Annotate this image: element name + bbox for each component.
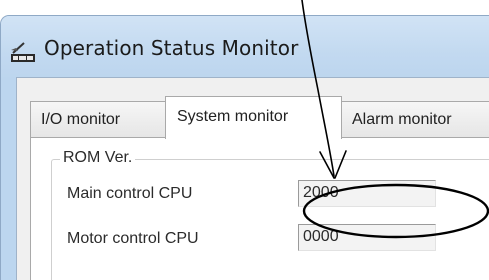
window-titlebar[interactable]: Operation Status Monitor — [1, 16, 489, 80]
app-window: Operation Status Monitor I/O monitor Sys… — [0, 15, 489, 280]
motor-cpu-version-field: 0000 — [298, 224, 436, 251]
motor-cpu-label: Motor control CPU — [67, 230, 199, 247]
tab-io-monitor[interactable]: I/O monitor — [30, 101, 166, 137]
system-monitor-panel: ROM Ver. Main control CPU 2000 Motor con… — [30, 137, 489, 280]
monitor-icon — [11, 42, 35, 62]
client-area: I/O monitor System monitor Alarm monitor… — [16, 77, 489, 280]
tab-label: System monitor — [177, 108, 289, 125]
main-cpu-label: Main control CPU — [67, 185, 193, 202]
group-legend: ROM Ver. — [60, 149, 136, 167]
tab-label: I/O monitor — [41, 111, 121, 128]
tab-system-monitor[interactable]: System monitor — [165, 96, 342, 139]
main-cpu-version-field: 2000 — [298, 180, 436, 207]
tab-alarm-monitor[interactable]: Alarm monitor — [341, 101, 489, 137]
tab-label: Alarm monitor — [352, 111, 452, 128]
rom-version-group: ROM Ver. Main control CPU 2000 Motor con… — [51, 149, 489, 280]
screenshot-stage: Operation Status Monitor I/O monitor Sys… — [0, 0, 489, 280]
window-title: Operation Status Monitor — [44, 36, 299, 60]
